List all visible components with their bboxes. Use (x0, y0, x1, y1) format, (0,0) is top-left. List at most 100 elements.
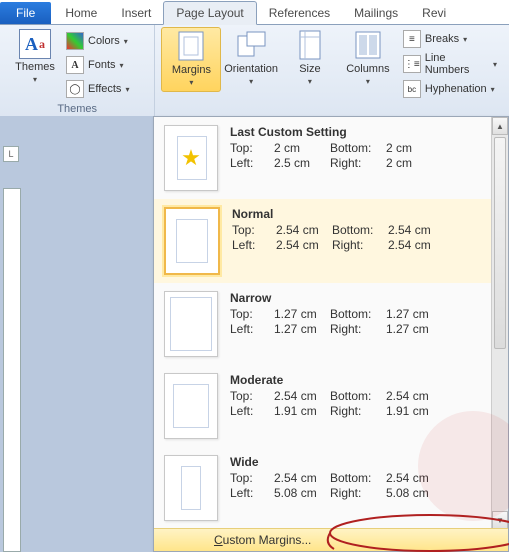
value-left: 2.54 cm (276, 238, 332, 252)
chevron-down-icon: ▾ (249, 77, 253, 86)
label-left: Left: (230, 404, 274, 418)
label-right: Right: (330, 322, 386, 336)
label-right: Right: (330, 404, 386, 418)
margin-preset[interactable]: NarrowTop:1.27 cmBottom:1.27 cmLeft:1.27… (154, 283, 492, 365)
preset-thumb: ★ (164, 125, 218, 191)
label-left: Left: (230, 322, 274, 336)
breaks-icon: ≡ (403, 30, 421, 48)
label-left: Left: (232, 238, 276, 252)
themes-label: Themes (15, 61, 55, 73)
value-left: 1.91 cm (274, 404, 330, 418)
breaks-button[interactable]: ≡Breaks ▾ (401, 29, 499, 49)
tab-mailings[interactable]: Mailings (342, 2, 410, 24)
preset-name: Last Custom Setting (230, 125, 482, 139)
value-right: 1.91 cm (386, 404, 442, 418)
effects-button[interactable]: ◯Effects ▾ (64, 79, 131, 99)
colors-button[interactable]: Colors ▾ (64, 31, 131, 51)
chevron-down-icon: ▾ (308, 77, 312, 86)
label-bottom: Bottom: (330, 141, 386, 155)
size-icon (294, 29, 326, 61)
tab-references[interactable]: References (257, 2, 342, 24)
value-top: 2.54 cm (274, 389, 330, 403)
tab-home[interactable]: Home (53, 2, 109, 24)
tab-page-layout[interactable]: Page Layout (163, 1, 256, 25)
value-bottom: 1.27 cm (386, 307, 442, 321)
chevron-down-icon: ▾ (491, 85, 495, 94)
group-label-themes: Themes (6, 101, 148, 117)
chevron-down-icon: ▾ (125, 85, 129, 94)
label-right: Right: (332, 238, 388, 252)
preset-name: Normal (232, 207, 482, 221)
orientation-icon (235, 29, 267, 61)
label-right: Right: (330, 156, 386, 170)
preset-thumb (164, 455, 218, 521)
orientation-button[interactable]: Orientation▾ (221, 27, 281, 90)
preset-thumb (164, 291, 218, 357)
value-bottom: 2.54 cm (386, 389, 442, 403)
value-bottom: 2.54 cm (388, 223, 444, 237)
tab-file[interactable]: File (0, 2, 51, 24)
scroll-up-icon[interactable]: ▲ (492, 117, 508, 135)
chevron-down-icon: ▾ (463, 35, 467, 44)
label-left: Left: (230, 156, 274, 170)
chevron-down-icon: ▾ (493, 60, 497, 69)
value-top: 1.27 cm (274, 307, 330, 321)
chevron-down-icon: ▾ (33, 75, 37, 84)
chevron-down-icon: ▾ (124, 37, 128, 46)
label-bottom: Bottom: (330, 389, 386, 403)
label-left: Left: (230, 486, 274, 500)
vertical-ruler[interactable] (3, 188, 21, 552)
label-top: Top: (230, 471, 274, 485)
margins-dropdown: ★Last Custom SettingTop:2 cmBottom:2 cmL… (153, 116, 509, 552)
effects-icon: ◯ (66, 80, 84, 98)
columns-button[interactable]: Columns▾ (339, 27, 397, 90)
line-numbers-button[interactable]: ⋮≡Line Numbers ▾ (401, 51, 499, 77)
fonts-button[interactable]: AFonts ▾ (64, 55, 131, 75)
colors-icon (66, 32, 84, 50)
label-right: Right: (330, 486, 386, 500)
scrollbar-thumb[interactable] (494, 137, 506, 349)
custom-margins-label: ustom Margins... (223, 533, 312, 547)
chevron-down-icon: ▾ (189, 78, 193, 87)
preset-name: Narrow (230, 291, 482, 305)
label-top: Top: (232, 223, 276, 237)
line-numbers-icon: ⋮≡ (403, 55, 421, 73)
value-left: 2.5 cm (274, 156, 330, 170)
label-bottom: Bottom: (330, 307, 386, 321)
preset-thumb (164, 207, 220, 275)
chevron-down-icon: ▾ (366, 77, 370, 86)
value-right: 2.54 cm (388, 238, 444, 252)
value-right: 2 cm (386, 156, 442, 170)
label-bottom: Bottom: (330, 471, 386, 485)
value-top: 2 cm (274, 141, 330, 155)
themes-button[interactable]: Aa Themes ▾ (6, 27, 64, 88)
value-top: 2.54 cm (276, 223, 332, 237)
label-top: Top: (230, 141, 274, 155)
label-top: Top: (230, 389, 274, 403)
tab-review[interactable]: Revi (410, 2, 458, 24)
hyphenation-icon: bc (403, 80, 421, 98)
custom-margins-accel: C (214, 533, 223, 547)
value-right: 1.27 cm (386, 322, 442, 336)
label-bottom: Bottom: (332, 223, 388, 237)
themes-icon: Aa (19, 29, 51, 59)
margins-button[interactable]: Margins▾ (161, 27, 221, 92)
chevron-down-icon: ▾ (120, 61, 124, 70)
star-icon: ★ (181, 145, 201, 171)
value-top: 2.54 cm (274, 471, 330, 485)
preset-thumb (164, 373, 218, 439)
label-top: Top: (230, 307, 274, 321)
tab-insert[interactable]: Insert (109, 2, 163, 24)
margin-preset[interactable]: NormalTop:2.54 cmBottom:2.54 cmLeft:2.54… (154, 199, 492, 283)
hyphenation-button[interactable]: bcHyphenation ▾ (401, 79, 499, 99)
tab-selector[interactable]: L (3, 146, 19, 162)
custom-margins-item[interactable]: Custom Margins... (154, 528, 508, 551)
size-button[interactable]: Size▾ (281, 27, 339, 90)
preset-name: Moderate (230, 373, 482, 387)
columns-icon (352, 29, 384, 61)
margin-preset[interactable]: ★Last Custom SettingTop:2 cmBottom:2 cmL… (154, 117, 492, 199)
value-left: 1.27 cm (274, 322, 330, 336)
margins-icon (175, 30, 207, 62)
value-left: 5.08 cm (274, 486, 330, 500)
fonts-icon: A (66, 56, 84, 74)
